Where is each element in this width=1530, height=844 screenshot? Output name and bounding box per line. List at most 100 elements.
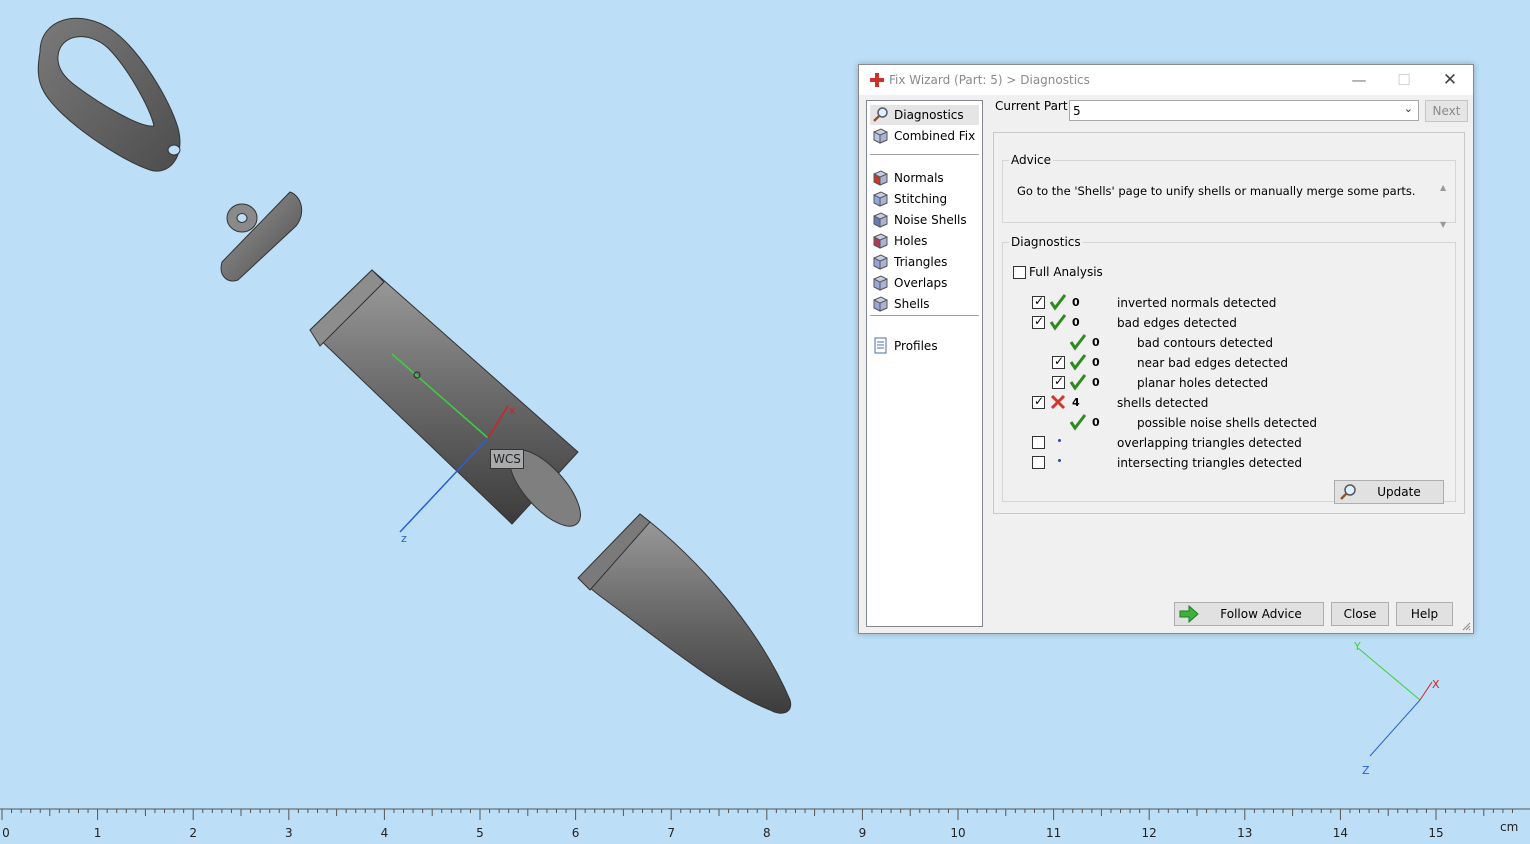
diagnostic-label: bad edges detected	[1117, 316, 1237, 330]
keyring-loop-part[interactable]	[37, 17, 181, 172]
nav-item-label: Diagnostics	[894, 108, 964, 122]
diagnostic-count: 0	[1072, 296, 1080, 309]
red-cross-icon	[1050, 394, 1066, 410]
ruler-label: 1	[93, 826, 102, 840]
diagnostic-count: 0	[1072, 316, 1080, 329]
advice-box: Go to the 'Shells' page to unify shells …	[1004, 183, 1438, 229]
diagnostic-label: shells detected	[1117, 396, 1209, 410]
nav-item-shells[interactable]: Shells	[870, 294, 979, 314]
overlaps-cube-icon	[873, 275, 888, 291]
wcs-label: WCS	[490, 449, 524, 469]
close-button[interactable]: Close	[1331, 602, 1389, 626]
cylinder-body-part[interactable]	[309, 269, 592, 537]
nav-item-label: Stitching	[894, 192, 948, 206]
corner-x-axis-label: X	[1432, 678, 1440, 691]
diagnostic-checkbox[interactable]: ✓	[1032, 294, 1045, 309]
nav-item-holes[interactable]: Holes	[870, 231, 979, 251]
diagnostic-count: 0	[1092, 376, 1100, 389]
ruler-label: 13	[1237, 826, 1253, 840]
next-button[interactable]: Next	[1425, 100, 1468, 122]
ruler-label: 15	[1428, 826, 1444, 840]
diagnostic-count: 0	[1092, 356, 1100, 369]
diagnostic-checkbox[interactable]	[1032, 456, 1045, 469]
maximize-button[interactable]: ☐	[1381, 65, 1427, 95]
diagnostic-count: 0	[1092, 336, 1100, 349]
nav-item-label: Triangles	[894, 255, 948, 269]
update-button[interactable]: Update	[1334, 480, 1444, 504]
nav-item-combined-fix[interactable]: Combined Fix	[870, 126, 979, 146]
corner-y-axis-label: Y	[1354, 640, 1361, 653]
diagnostic-checkbox[interactable]: ✓	[1052, 354, 1065, 369]
nav-item-label: Profiles	[894, 339, 938, 353]
close-window-button[interactable]: ✕	[1427, 65, 1473, 95]
title-bar[interactable]: Fix Wizard (Part: 5) > Diagnostics — ☐ ✕	[859, 65, 1473, 95]
nav-item-label: Shells	[894, 297, 930, 311]
ruler-label: 4	[380, 826, 389, 840]
diagnostic-row: ✓ 0 planar holes detected	[1003, 373, 1453, 393]
minimize-button[interactable]: —	[1336, 65, 1382, 95]
diagnostic-checkbox[interactable]	[1032, 436, 1045, 449]
current-part-select[interactable]: 5 ⌄	[1069, 100, 1419, 121]
help-button[interactable]: Help	[1396, 602, 1453, 626]
diagnostic-row: ✓ 4 shells detected	[1003, 393, 1453, 413]
diagnostic-row: 0 bad contours detected	[1003, 333, 1453, 353]
nav-item-label: Holes	[894, 234, 928, 248]
resize-grip-icon[interactable]	[1461, 621, 1471, 631]
normals-cube-icon	[873, 170, 888, 186]
diagnostic-row: ✓ 0 bad edges detected	[1003, 313, 1453, 333]
diagnostic-checkbox[interactable]: ✓	[1032, 394, 1045, 409]
advice-legend: Advice	[1011, 153, 1052, 167]
diagnostics-legend: Diagnostics	[1011, 235, 1081, 249]
ruler-label: 9	[858, 826, 867, 840]
green-check-icon	[1069, 334, 1087, 351]
follow-advice-button[interactable]: Follow Advice	[1174, 602, 1324, 626]
diagnostic-label: inverted normals detected	[1117, 296, 1277, 310]
corner-axes	[1357, 647, 1433, 757]
diagnostic-checkbox[interactable]: ✓	[1052, 374, 1065, 389]
nav-item-triangles[interactable]: Triangles	[870, 252, 979, 272]
nav-separator	[870, 315, 979, 316]
full-analysis-label: Full Analysis	[1029, 265, 1103, 279]
diagnostic-checkbox[interactable]: ✓	[1032, 314, 1045, 329]
nav-item-label: Noise Shells	[894, 213, 967, 227]
nav-separator	[870, 154, 979, 155]
green-check-icon	[1049, 314, 1067, 331]
checkmark-icon: ✓	[1054, 374, 1065, 388]
diagnostic-label: near bad edges detected	[1137, 356, 1288, 370]
nav-item-stitching[interactable]: Stitching	[870, 189, 979, 209]
nav-item-profiles[interactable]: Profiles	[870, 336, 979, 356]
bullet-tip-part[interactable]	[577, 513, 792, 714]
diagnostic-row: ✓ 0 inverted normals detected	[1003, 293, 1453, 313]
ruler-unit: cm	[1500, 820, 1519, 834]
checkmark-icon: ✓	[1034, 394, 1045, 408]
ruler-label: 10	[950, 826, 966, 840]
holes-cube-icon	[873, 233, 888, 249]
nav-item-noise-shells[interactable]: Noise Shells	[870, 210, 979, 230]
ruler-label: 3	[284, 826, 293, 840]
nav-item-diagnostics[interactable]: Diagnostics	[870, 105, 979, 125]
green-check-icon	[1069, 374, 1087, 391]
small-cap-part[interactable]	[220, 191, 303, 282]
fix-wizard-nav: Diagnostics Combined Fix Normals Stitching N…	[866, 100, 983, 627]
pending-dot-icon	[1058, 459, 1061, 462]
diagnostic-row: 0 possible noise shells detected	[1003, 413, 1453, 433]
checkmark-icon: ✓	[1054, 354, 1065, 368]
wcs-z-axis-label: z	[401, 532, 407, 545]
update-label: Update	[1377, 485, 1421, 499]
nav-item-overlaps[interactable]: Overlaps	[870, 273, 979, 293]
green-check-icon	[1069, 414, 1087, 431]
red-cross-icon	[870, 73, 884, 87]
checkmark-icon: ✓	[1034, 294, 1045, 308]
diagnostic-label: bad contours detected	[1137, 336, 1273, 350]
scroll-down-icon[interactable]: ▼	[1440, 220, 1446, 229]
triangles-cube-icon	[873, 254, 888, 270]
cube-icon	[873, 128, 888, 144]
wcs-x-axis-label: x	[509, 404, 516, 417]
nav-item-normals[interactable]: Normals	[870, 168, 979, 188]
advice-scrollbar[interactable]: ▲ ▼	[1439, 181, 1451, 229]
full-analysis-checkbox[interactable]	[1013, 266, 1026, 279]
stitching-cube-icon	[873, 191, 888, 207]
current-part-value: 5	[1073, 104, 1081, 118]
fix-wizard-dialog: Fix Wizard (Part: 5) > Diagnostics — ☐ ✕…	[858, 64, 1474, 634]
scroll-up-icon[interactable]: ▲	[1440, 183, 1446, 192]
